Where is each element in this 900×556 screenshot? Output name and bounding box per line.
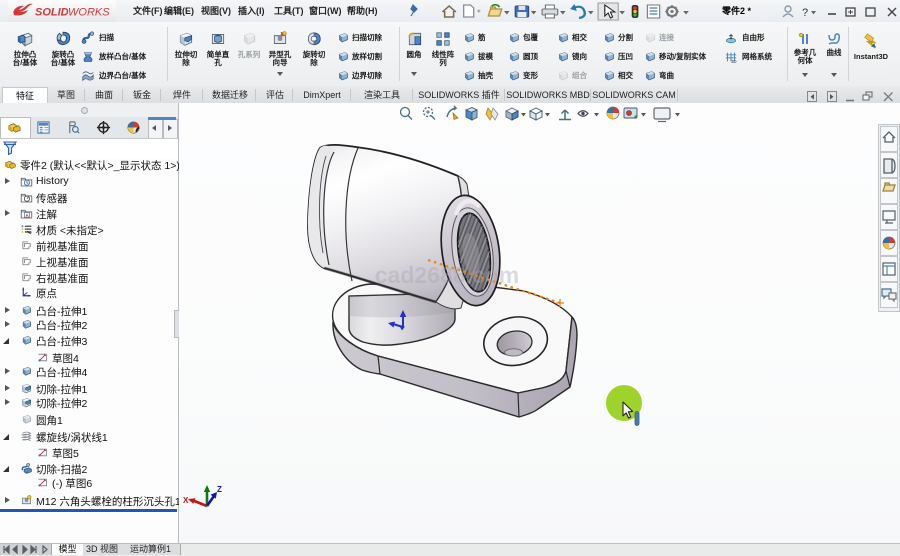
svg-text:X: X bbox=[183, 496, 189, 505]
svg-text:Z: Z bbox=[217, 485, 222, 494]
svg-text:cad2688.com: cad2688.com bbox=[375, 262, 519, 288]
svg-text:SOLID: SOLID bbox=[35, 7, 69, 19]
svg-text:?: ? bbox=[802, 7, 808, 19]
svg-text:WORKS: WORKS bbox=[68, 7, 110, 19]
